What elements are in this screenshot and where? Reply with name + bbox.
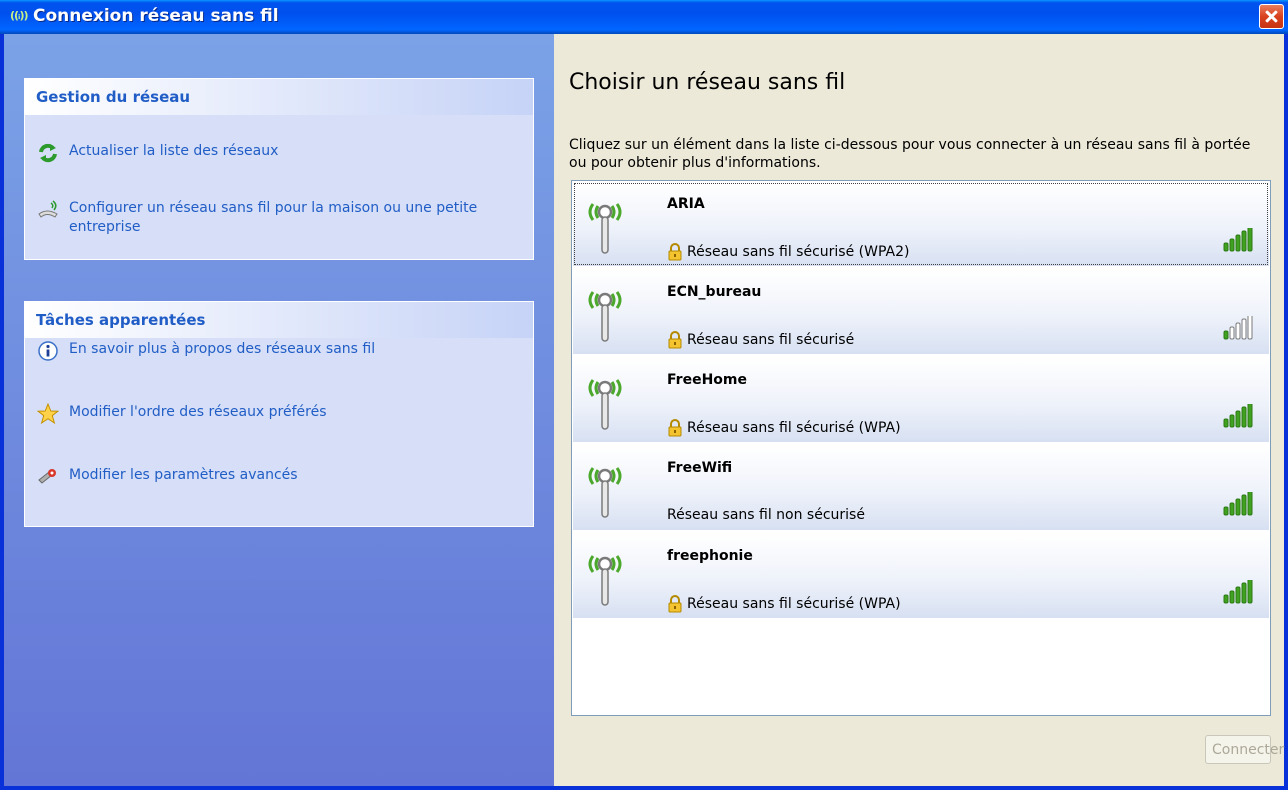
refresh-icon bbox=[37, 142, 59, 164]
task-label: Modifier les paramètres avancés bbox=[69, 467, 298, 483]
signal-bar bbox=[1235, 586, 1241, 604]
signal-bar bbox=[1247, 316, 1253, 340]
signal-strength-icon bbox=[1223, 492, 1253, 516]
network-item-aria[interactable]: ARIA Réseau sans fil sécurisé (WPA2) bbox=[573, 182, 1269, 266]
signal-bar bbox=[1223, 418, 1229, 428]
signal-bar bbox=[1235, 410, 1241, 428]
task-label: Configurer un réseau sans fil pour la ma… bbox=[69, 200, 478, 235]
network-item-freewifi[interactable]: FreeWifi Réseau sans fil non sécurisé bbox=[573, 446, 1269, 530]
signal-bar bbox=[1241, 582, 1247, 604]
signal-bar bbox=[1247, 492, 1253, 516]
advanced-settings-link[interactable]: Modifier les paramètres avancés bbox=[37, 466, 509, 488]
task-label: Modifier l'ordre des réseaux préférés bbox=[69, 404, 327, 420]
network-status-text: Réseau sans fil non sécurisé bbox=[667, 507, 865, 523]
wireless-antenna-icon bbox=[585, 282, 625, 348]
signal-bar bbox=[1241, 230, 1247, 252]
network-list[interactable]: ARIA Réseau sans fil sécurisé (WPA2) ECN… bbox=[571, 180, 1271, 716]
settings-icon bbox=[37, 466, 59, 488]
related-tasks-header: Tâches apparentées bbox=[25, 302, 533, 338]
network-name: freephonie bbox=[667, 548, 753, 564]
wireless-antenna-icon bbox=[585, 194, 625, 260]
window-title: Connexion réseau sans fil bbox=[33, 6, 279, 26]
network-status: Réseau sans fil sécurisé (WPA) bbox=[667, 419, 901, 437]
wireless-antenna-icon bbox=[585, 546, 625, 612]
setup-wireless-icon bbox=[37, 199, 59, 221]
signal-strength-icon bbox=[1223, 316, 1253, 340]
star-icon bbox=[37, 403, 59, 425]
signal-bar bbox=[1229, 414, 1235, 428]
signal-bar bbox=[1247, 580, 1253, 604]
change-preferred-order-link[interactable]: Modifier l'ordre des réseaux préférés bbox=[37, 403, 509, 425]
signal-bar bbox=[1229, 590, 1235, 604]
network-tasks-panel: Gestion du réseau Actualiser la liste de… bbox=[24, 78, 534, 260]
task-label: En savoir plus à propos des réseaux sans… bbox=[69, 341, 376, 357]
signal-bar bbox=[1235, 498, 1241, 516]
info-icon bbox=[37, 340, 59, 362]
related-tasks-panel: Tâches apparentées En savoir plus à prop… bbox=[24, 301, 534, 527]
signal-bar bbox=[1235, 234, 1241, 252]
network-name: FreeHome bbox=[667, 372, 747, 388]
main-content: Choisir un réseau sans fil Cliquez sur u… bbox=[554, 34, 1284, 786]
wireless-connection-window: ((ᵢ)) Connexion réseau sans fil Gestion … bbox=[0, 0, 1288, 790]
lock-icon bbox=[667, 595, 683, 613]
signal-bar bbox=[1241, 406, 1247, 428]
signal-strength-icon bbox=[1223, 228, 1253, 252]
network-name: FreeWifi bbox=[667, 460, 733, 476]
sidebar: Gestion du réseau Actualiser la liste de… bbox=[4, 34, 554, 786]
signal-bar bbox=[1223, 506, 1229, 516]
learn-wireless-link[interactable]: En savoir plus à propos des réseaux sans… bbox=[37, 340, 509, 362]
network-status-text: Réseau sans fil sécurisé (WPA) bbox=[687, 420, 901, 436]
window-client: Gestion du réseau Actualiser la liste de… bbox=[4, 34, 1284, 786]
network-status: Réseau sans fil sécurisé (WPA) bbox=[667, 595, 901, 613]
network-status: Réseau sans fil sécurisé bbox=[667, 331, 854, 349]
wireless-antenna-icon bbox=[585, 458, 625, 524]
network-item-freephonie[interactable]: freephonie Réseau sans fil sécurisé (WPA… bbox=[573, 534, 1269, 618]
signal-bar bbox=[1223, 330, 1229, 340]
network-item-ecn-bureau[interactable]: ECN_bureau Réseau sans fil sécurisé bbox=[573, 270, 1269, 354]
signal-bar bbox=[1223, 594, 1229, 604]
wifi-icon: ((ᵢ)) bbox=[10, 9, 29, 22]
network-status: Réseau sans fil non sécurisé bbox=[667, 507, 865, 523]
page-description: Cliquez sur un élément dans la liste ci-… bbox=[569, 137, 1251, 171]
signal-bar bbox=[1247, 404, 1253, 428]
title-bar[interactable]: ((ᵢ)) Connexion réseau sans fil bbox=[0, 0, 1288, 34]
network-name: ECN_bureau bbox=[667, 284, 762, 300]
signal-strength-icon bbox=[1223, 580, 1253, 604]
signal-bar bbox=[1235, 322, 1241, 340]
network-status-text: Réseau sans fil sécurisé bbox=[687, 332, 855, 348]
signal-bar bbox=[1241, 318, 1247, 340]
wireless-antenna-icon bbox=[585, 370, 625, 436]
signal-bar bbox=[1223, 242, 1229, 252]
setup-wireless-network-link[interactable]: Configurer un réseau sans fil pour la ma… bbox=[37, 199, 509, 237]
lock-icon bbox=[667, 419, 683, 437]
close-button[interactable] bbox=[1259, 4, 1284, 29]
network-status-text: Réseau sans fil sécurisé (WPA) bbox=[687, 596, 901, 612]
refresh-network-list-link[interactable]: Actualiser la liste des réseaux bbox=[37, 142, 509, 164]
signal-bar bbox=[1229, 502, 1235, 516]
page-title: Choisir un réseau sans fil bbox=[569, 70, 846, 95]
network-name: ARIA bbox=[667, 196, 705, 212]
network-tasks-header: Gestion du réseau bbox=[25, 79, 533, 115]
network-item-freehome[interactable]: FreeHome Réseau sans fil sécurisé (WPA) bbox=[573, 358, 1269, 442]
connect-button[interactable]: Connecter bbox=[1205, 735, 1284, 764]
lock-icon bbox=[667, 331, 683, 349]
signal-bar bbox=[1241, 494, 1247, 516]
lock-icon bbox=[667, 243, 683, 261]
signal-strength-icon bbox=[1223, 404, 1253, 428]
task-label: Actualiser la liste des réseaux bbox=[69, 143, 279, 159]
network-status: Réseau sans fil sécurisé (WPA2) bbox=[667, 243, 909, 261]
network-status-text: Réseau sans fil sécurisé (WPA2) bbox=[687, 244, 910, 260]
signal-bar bbox=[1229, 238, 1235, 252]
signal-bar bbox=[1229, 326, 1235, 340]
signal-bar bbox=[1247, 228, 1253, 252]
